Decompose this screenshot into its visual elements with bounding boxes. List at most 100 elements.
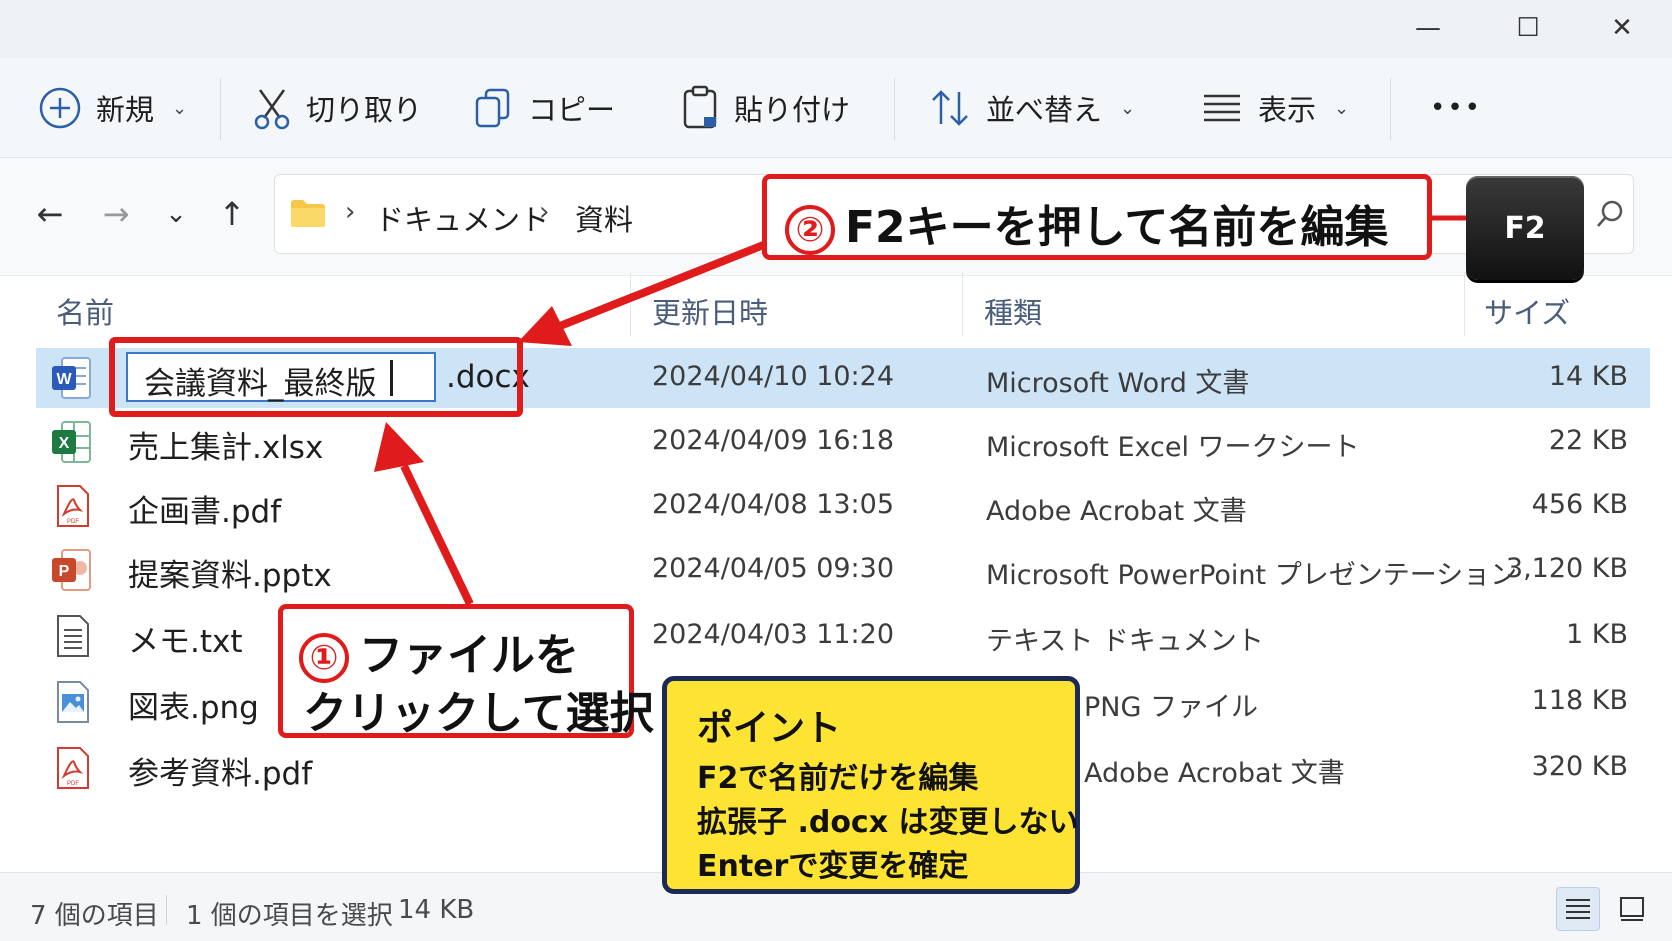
rename-input[interactable]: 会議資料_最終版 [126,352,436,402]
plus-circle-icon [39,87,81,129]
file-modified: 2024/04/10 10:24 [652,361,895,392]
tip-line: F2で名前だけを編集 [697,761,979,796]
file-size: 22 KB [1548,425,1628,456]
close-icon: ✕ [1611,13,1633,43]
file-size: 1 KB [1566,619,1628,650]
tiles-view-button[interactable] [1610,887,1654,931]
f2-key-icon: F2 [1466,176,1584,280]
sort-arrows-icon [932,90,968,126]
details-view-icon [1566,899,1590,919]
file-name: 図表.png [128,690,259,726]
back-button[interactable]: ← [28,192,72,236]
powerpoint-icon: P [52,549,91,591]
sort-button[interactable]: 並べ替え ⌄ [928,80,1135,136]
copy-button[interactable]: コピー [472,80,615,136]
tip-line: Enterで変更を確定 [697,849,969,884]
file-type: テキスト ドキュメント [986,626,1264,657]
close-button[interactable]: ✕ [1602,10,1642,46]
svg-text:PDF: PDF [67,519,79,525]
file-extension: .docx [446,359,530,395]
toolbar-divider [220,78,221,140]
file-type: Microsoft Excel ワークシート [986,432,1360,463]
file-type: Microsoft Word 文書 [986,368,1250,399]
details-view-button[interactable] [1556,887,1600,931]
file-size: 320 KB [1531,751,1628,782]
svg-text:PDF: PDF [67,781,79,787]
text-caret [390,360,393,396]
recent-locations-button[interactable]: ⌄ [154,192,198,236]
more-icon: ••• [1430,93,1483,123]
column-divider[interactable] [630,272,631,336]
image-file-icon [57,681,89,723]
new-button[interactable]: 新規 ⌄ [38,80,187,136]
more-options-button[interactable]: ••• [1430,80,1482,136]
command-bar: 新規 ⌄ 切り取り コピー 貼り付け 並べ替え ⌄ 表示 ⌄ ••• [0,58,1672,158]
column-header-name[interactable]: 名前 [56,290,114,332]
selection-count: 1 個の項目を選択 [186,901,393,931]
file-name: 参考資料.pdf [128,756,313,792]
arrow-up-icon: ↑ [218,195,246,233]
file-name: 提案資料.pptx [128,558,332,594]
file-row[interactable]: X 売上集計.xlsx 2024/04/09 16:18 Microsoft E… [36,412,1650,472]
forward-button[interactable]: → [94,192,138,236]
toolbar-divider [1390,78,1391,140]
column-divider[interactable] [1464,272,1465,336]
rename-input-value: 会議資料_最終版 [144,366,377,402]
file-name: メモ.txt [128,624,243,660]
file-name: 売上集計.xlsx [128,430,324,466]
file-row[interactable]: P 提案資料.pptx 2024/04/05 09:30 Microsoft P… [36,540,1650,600]
svg-text:X: X [59,435,70,452]
step1-line1: ファイルを [359,630,579,681]
view-button[interactable]: 表示 ⌄ [1200,80,1349,136]
view-label: 表示 [1258,93,1317,127]
paste-button[interactable]: 貼り付け [680,80,850,136]
maximize-icon: ☐ [1516,13,1540,43]
title-bar: — ☐ ✕ [0,0,1672,58]
callout-step1: ① ファイルを クリックして選択 [278,604,654,739]
search-icon[interactable] [1595,199,1625,229]
file-size: 3,120 KB [1505,553,1628,584]
tip-box: ポイント F2で名前だけを編集 拡張子 .docx は変更しない Enterで変… [662,676,1080,894]
clipboard-icon [683,85,717,129]
new-label: 新規 [96,93,155,127]
pdf-icon: PDF [57,485,89,527]
maximize-button[interactable]: ☐ [1508,10,1548,46]
breadcrumb-separator: › [345,197,356,227]
chevron-down-icon: ⌄ [1120,97,1136,119]
column-header-type[interactable]: 種類 [984,290,1042,332]
item-count: 7 個の項目 [30,901,159,931]
arrow-left-icon: ← [36,195,64,233]
chevron-down-icon: ⌄ [165,199,187,229]
callout-step2: ② F2キーを押して名前を編集 [762,174,1432,260]
folder-icon [291,200,325,227]
paste-label: 貼り付け [734,93,851,127]
file-type: Microsoft PowerPoint プレゼンテーション [986,560,1518,591]
minimize-button[interactable]: — [1408,10,1448,46]
copy-label: コピー [528,93,616,127]
breadcrumb-item-materials[interactable]: 資料 [575,197,633,239]
column-header-modified[interactable]: 更新日時 [652,290,768,332]
column-divider[interactable] [962,272,963,336]
svg-text:P: P [59,563,70,580]
file-type: Adobe Acrobat 文書 [1084,758,1345,789]
up-button[interactable]: ↑ [210,192,254,236]
minimize-icon: — [1415,13,1441,43]
cut-label: 切り取り [306,93,423,127]
pdf-icon: PDF [57,747,89,789]
arrow-right-icon: → [102,195,130,233]
file-row-selected[interactable]: W 会議資料_最終版 .docx 2024/04/10 10:24 Micros… [36,348,1650,408]
column-header-size[interactable]: サイズ [1484,290,1570,332]
excel-icon: X [52,421,91,463]
chevron-down-icon: ⌄ [172,97,188,119]
file-name: 企画書.pdf [128,494,282,530]
tip-line: 拡張子 .docx は変更しない [697,805,1079,840]
scissors-icon [254,89,290,130]
file-modified: 2024/04/09 16:18 [652,425,895,456]
cut-button[interactable]: 切り取り [252,80,422,136]
file-row[interactable]: PDF 企画書.pdf 2024/04/08 13:05 Adobe Acrob… [36,476,1650,536]
file-size: 456 KB [1531,489,1628,520]
step2-text: F2キーを押して名前を編集 [845,202,1389,253]
selection-size: 14 KB [398,895,475,925]
tiles-view-icon [1620,897,1644,921]
breadcrumb-item-documents[interactable]: ドキュメント [375,197,549,239]
